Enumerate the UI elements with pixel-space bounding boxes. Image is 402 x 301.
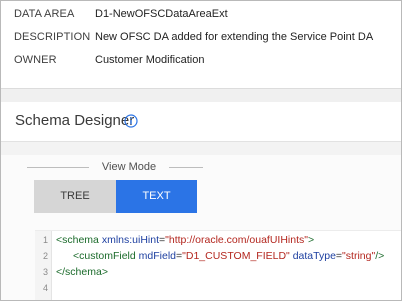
schema-designer-header: Schema Designer [1, 102, 401, 142]
text-view-button[interactable]: TEXT [116, 180, 197, 213]
code-line-3: </schema> [56, 266, 108, 278]
xml-string: "http://oracle.com/ouafUIHints" [165, 234, 309, 246]
xml-string: "string" [342, 250, 376, 262]
schema-designer-body: View Mode TREE TEXT 1 2 3 4 <schema xmln… [1, 155, 401, 300]
xml-attribute: dataType [292, 250, 336, 262]
detail-value: New OFSC DA added for extending the Serv… [95, 31, 374, 43]
section-title: Schema Designer [15, 112, 135, 129]
line-number: 3 [42, 267, 48, 277]
xml-tag: /> [375, 250, 385, 262]
view-mode-group: View Mode TREE TEXT [27, 159, 203, 215]
xml-attribute: xmlns:uiHint [101, 234, 160, 246]
xml-attribute: mdField [138, 250, 177, 262]
line-number: 2 [42, 251, 48, 261]
view-mode-label: View Mode [101, 161, 157, 173]
details-section: DATA AREA D1-NewOFSCDataAreaExt DESCRIPT… [1, 1, 401, 88]
line-number: 4 [42, 283, 48, 293]
line-number: 1 [42, 235, 48, 245]
detail-value: Customer Modification [95, 54, 205, 66]
fieldset-line [27, 167, 89, 168]
detail-label: DESCRIPTION [14, 31, 91, 43]
info-icon[interactable] [124, 114, 138, 128]
code-line-2: <customField mdField="D1_CUSTOM_FIELD" d… [73, 250, 384, 262]
tree-view-button[interactable]: TREE [34, 180, 116, 213]
xml-tag: > [308, 234, 315, 246]
xml-tag: </schema> [56, 266, 108, 278]
schema-page: DATA AREA D1-NewOFSCDataAreaExt DESCRIPT… [0, 0, 402, 301]
code-editor[interactable]: 1 2 3 4 <schema xmlns:uiHint="http://ora… [35, 230, 401, 300]
detail-value: D1-NewOFSCDataAreaExt [95, 8, 228, 20]
section-divider [1, 142, 401, 155]
line-number-gutter: 1 2 3 4 [35, 231, 52, 300]
fieldset-line [169, 167, 203, 168]
code-line-1: <schema xmlns:uiHint="http://oracle.com/… [56, 234, 314, 246]
xml-tag: <schema [56, 234, 99, 246]
detail-label: OWNER [14, 54, 57, 66]
xml-tag: <customField [73, 250, 136, 262]
section-divider [1, 88, 401, 102]
xml-string: "D1_CUSTOM_FIELD" [182, 250, 290, 262]
detail-label: DATA AREA [14, 8, 75, 20]
